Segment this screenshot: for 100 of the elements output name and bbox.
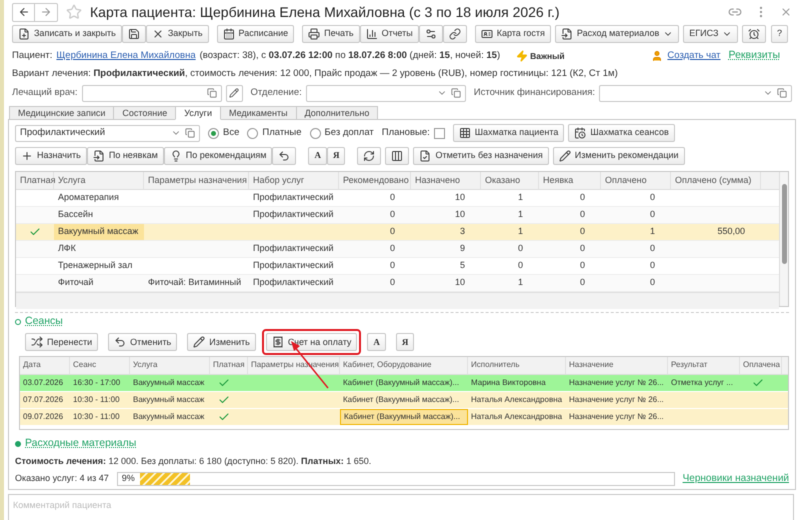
column-header[interactable]: Рекомендовано	[339, 172, 411, 189]
table-row[interactable]: Ароматерапия Профилактический 0 10 1 0 0	[16, 190, 779, 207]
column-header[interactable]: Оплачено (сумма)	[671, 172, 761, 189]
table-cell-text: 0	[518, 259, 523, 272]
egisz-button[interactable]: ЕГИСЗ	[683, 25, 738, 43]
treatment-info: Вариант лечения: Профилактический, стоимость лечения: 12 000, Прайс продаж — 2 уровень (RUB), номер гостиницы: 121 (К2, Ст 1м)	[12, 66, 618, 81]
seance-action-button[interactable]: А	[367, 333, 386, 352]
seance-action-button[interactable]: Перенести	[25, 333, 98, 352]
column-header[interactable]: Набор услуг	[249, 172, 339, 189]
mark-without-assignment-button[interactable]: Отметить без назначения	[413, 146, 549, 164]
department-field[interactable]	[306, 84, 466, 102]
scrollbar[interactable]	[779, 172, 788, 306]
column-header[interactable]: Оплачено	[601, 172, 671, 189]
filter-radio[interactable]: Все	[208, 126, 240, 140]
document-check-icon	[419, 150, 432, 162]
document-icon	[92, 150, 105, 162]
calendar-clock-icon	[574, 127, 586, 139]
user-icon	[651, 50, 664, 62]
patient-name-link[interactable]: Щербинина Елена Михайловна	[56, 48, 196, 64]
table-row[interactable]: ЛФК Профилактический 0 9 0 0 0	[16, 241, 779, 258]
column-header[interactable]: Сеанс	[70, 356, 130, 374]
filter-radio[interactable]: Платные	[247, 126, 302, 140]
save-close-button[interactable]: Записать и закрыть	[12, 25, 122, 43]
column-header[interactable]: Платная	[16, 172, 54, 189]
columns-button[interactable]	[385, 146, 410, 164]
no-shows-button[interactable]: По неявкам	[86, 146, 164, 164]
create-chat-link[interactable]: Создать чат	[667, 48, 721, 64]
planned-checkbox[interactable]	[434, 128, 445, 138]
attach-button[interactable]	[442, 25, 467, 43]
seance-action-button[interactable]: Изменить	[187, 333, 256, 352]
check-icon	[29, 226, 41, 238]
alarm-button[interactable]	[742, 25, 766, 43]
close-icon[interactable]	[780, 6, 792, 18]
table-row[interactable]: Вакуумный массаж 0 3 1 0 1 550,00	[16, 224, 779, 241]
open-icon	[206, 88, 216, 98]
close-button[interactable]: Закрыть	[146, 25, 209, 43]
filter-radio[interactable]: Без доплат	[310, 126, 374, 140]
column-header[interactable]: Кабинет, Оборудование	[340, 356, 468, 374]
table-cell: 10:30 - 11:00	[73, 410, 120, 423]
table-row[interactable]: Тренажерный зал Профилактический 0 5 0 0 0	[16, 258, 779, 275]
seance-action-button[interactable]: Счет на оплату	[266, 333, 358, 352]
column-header[interactable]: Параметры назначения	[144, 172, 249, 189]
recommendations-button[interactable]: По рекомендациям	[164, 146, 272, 164]
column-header[interactable]: Неявка	[539, 172, 601, 189]
refresh-button[interactable]	[357, 146, 382, 164]
patient-chess-button[interactable]: Шахматка пациента	[452, 124, 564, 142]
planned-label: Плановые:	[382, 126, 430, 140]
column-header[interactable]: Назначение	[566, 356, 668, 374]
table-cell: Назначение услуг № 26...	[569, 376, 664, 389]
table-cell-text: 0	[650, 208, 655, 222]
save-icon	[128, 28, 140, 40]
column-header[interactable]: Оплачена	[740, 356, 782, 374]
service-set-field[interactable]: Профилактический	[15, 124, 200, 142]
tab[interactable]: Медицинские записи	[9, 106, 114, 120]
column-header[interactable]: Назначено	[411, 172, 481, 189]
change-recommendations-button[interactable]: Изменить рекомендации	[552, 146, 685, 164]
cost-summary: Стоимость лечения: 12 000. Без доплаты: 6 180 (доступно: 5 820). Платных: 1 650.	[15, 454, 372, 468]
column-header[interactable]: Оказано	[481, 172, 539, 189]
seance-action-button[interactable]: Отменить	[108, 333, 178, 352]
table-cell-text: 0	[650, 259, 655, 272]
sort-descending-button[interactable]: Я	[326, 146, 346, 164]
seance-row[interactable]: 09.07.2026 10:30 - 11:00 Вакуумный массаж Кабинет (Вакуумный массаж)... Наталья Александровна Назначение услуг № 26...	[20, 408, 788, 426]
tab[interactable]: Услуги	[175, 106, 221, 120]
print-button[interactable]: Печать	[302, 25, 360, 43]
sort-ascending-button[interactable]: А	[308, 146, 327, 164]
check-icon	[752, 376, 764, 389]
seance-row[interactable]: 07.07.2026 10:30 - 11:00 Вакуумный массаж Кабинет (Вакуумный массаж)... Наталья Александровна Назначение услуг № 26...	[20, 392, 788, 409]
column-header[interactable]: Результат	[668, 356, 740, 374]
tab[interactable]: Дополнительно	[296, 106, 378, 120]
tab[interactable]: Медикаменты	[220, 106, 297, 120]
comment-field[interactable]: Комментарий пациента	[8, 494, 794, 520]
edit-button[interactable]	[226, 84, 242, 102]
seance-chess-button[interactable]: Шахматка сеансов	[568, 124, 675, 142]
doctor-field[interactable]	[82, 84, 222, 102]
help-button[interactable]: ?	[770, 25, 788, 43]
save-button[interactable]	[122, 25, 146, 43]
guest-card-button[interactable]: Карта гостя	[474, 25, 551, 43]
assign-button[interactable]: Назначить	[15, 146, 87, 164]
undo-button[interactable]	[272, 146, 296, 164]
seance-row[interactable]: 03.07.2026 16:30 - 17:00 Вакуумный массаж Кабинет (Вакуумный массаж)... Марина Викторовна Назначение услуг № 26... Отметка услуг ...	[20, 374, 788, 392]
table-row[interactable]: Бассейн Профилактический 0 10 1 0 0	[16, 207, 779, 224]
favorite-star-icon[interactable]	[66, 4, 82, 20]
table-cell: 09.07.2026	[23, 410, 64, 423]
funding-field[interactable]	[599, 84, 792, 102]
schedule-button[interactable]: Расписание	[216, 25, 294, 43]
table-cell-text: 0	[580, 259, 585, 272]
column-header[interactable]: Платная	[210, 356, 248, 374]
column-header[interactable]: Исполнитель	[468, 356, 566, 374]
tab[interactable]: Состояние	[113, 106, 176, 120]
seance-action-button[interactable]: Я	[396, 333, 414, 352]
column-header[interactable]: Дата	[20, 356, 70, 374]
reports-button[interactable]: Отчеты	[360, 25, 419, 43]
department-label: Отделение:	[250, 86, 302, 100]
column-header[interactable]: Услуга	[54, 172, 144, 189]
settings-button[interactable]	[418, 25, 443, 43]
shuffle-icon	[31, 336, 43, 348]
table-row[interactable]: Фиточай Фиточай: Витаминный Профилактический 0 10 1 0 0	[16, 275, 779, 292]
column-header[interactable]: Услуга	[130, 356, 210, 374]
materials-button[interactable]: Расход материалов	[554, 25, 680, 43]
table-cell-text: 10	[454, 208, 465, 222]
